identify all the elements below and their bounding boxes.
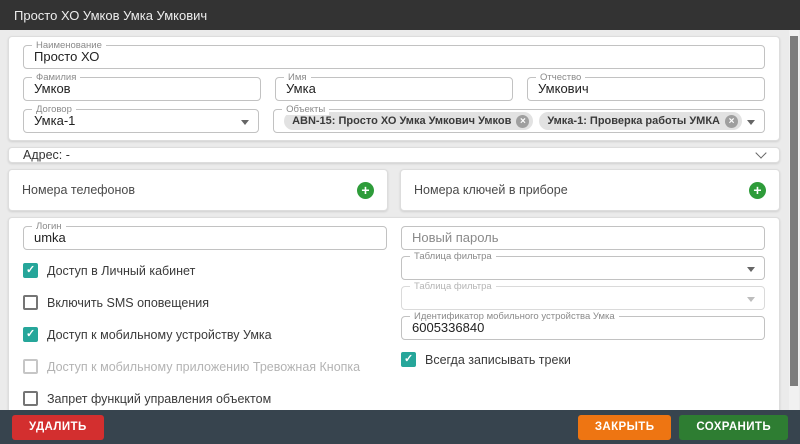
dialog-title: Просто ХО Умков Умка Умкович — [14, 8, 207, 23]
scrollbar[interactable] — [789, 30, 799, 410]
dialog-footer: УДАЛИТЬ ЗАКРЫТЬ СОХРАНИТЬ — [0, 410, 800, 444]
contract-select[interactable]: Договор Умка-1 — [23, 109, 259, 133]
device-keys-card: Номера ключей в приборе — [400, 169, 780, 211]
middlename-field: Отчество — [527, 77, 765, 101]
checkbox-label: Запрет функций управления объектом — [47, 392, 271, 406]
phones-card-label: Номера телефонов — [22, 183, 135, 197]
name-field-label: Наименование — [32, 40, 106, 51]
identity-card: Наименование Фамилия Имя Отчество — [8, 36, 780, 141]
device-keys-card-label: Номера ключей в приборе — [414, 183, 568, 197]
checkbox-label: Всегда записывать треки — [425, 353, 571, 367]
dropdown-arrow-icon[interactable] — [241, 120, 249, 125]
dropdown-arrow-icon — [747, 297, 755, 302]
filter-table-select-1[interactable]: Таблица фильтра — [401, 256, 765, 280]
login-field: Логин — [23, 226, 387, 250]
checkbox-label: Доступ к мобильному приложению Тревожная… — [47, 360, 360, 374]
dialog-title-bar: Просто ХО Умков Умка Умкович — [0, 0, 800, 30]
edit-dialog: Просто ХО Умков Умка Умкович Наименовани… — [0, 0, 800, 444]
chevron-down-icon[interactable] — [755, 147, 766, 158]
filter-table-select-2: Таблица фильтра — [401, 286, 765, 310]
dropdown-arrow-icon[interactable] — [747, 267, 755, 272]
add-device-key-button[interactable] — [749, 182, 766, 199]
checkbox-row-panic-button-app: Доступ к мобильному приложению Тревожная… — [23, 359, 387, 374]
checkbox-label: Доступ в Личный кабинет — [47, 264, 195, 278]
checkbox-row-mobile-device-access[interactable]: Доступ к мобильному устройству Умка — [23, 327, 387, 342]
sms-alerts-checkbox[interactable] — [23, 295, 38, 310]
checkbox-label: Включить SMS оповещения — [47, 296, 209, 310]
panic-button-app-checkbox — [23, 359, 38, 374]
record-tracks-checkbox[interactable] — [401, 352, 416, 367]
middlename-field-label: Отчество — [536, 72, 585, 83]
checkbox-row-record-tracks[interactable]: Всегда записывать треки — [401, 352, 765, 367]
chip-remove-icon[interactable] — [725, 115, 738, 128]
checkbox-row-personal-cabinet[interactable]: Доступ в Личный кабинет — [23, 263, 387, 278]
objects-select-label: Объекты — [282, 104, 329, 115]
filter-table-1-label: Таблица фильтра — [410, 251, 496, 262]
add-phone-button[interactable] — [357, 182, 374, 199]
contract-select-label: Договор — [32, 104, 76, 115]
contract-objects-row: Договор Умка-1 Объекты ABN-15: Просто ХО… — [23, 109, 765, 133]
filter-table-2-label: Таблица фильтра — [410, 281, 496, 292]
new-password-input[interactable] — [402, 227, 764, 249]
address-expansion-panel[interactable]: Адрес: - — [8, 147, 780, 163]
lastname-field-label: Фамилия — [32, 72, 80, 83]
account-settings-card: Логин Доступ в Личный кабинет Включить S… — [8, 217, 780, 410]
close-button[interactable]: ЗАКРЫТЬ — [578, 415, 672, 440]
chip-remove-icon[interactable] — [516, 115, 529, 128]
lastname-field: Фамилия — [23, 77, 261, 101]
login-field-label: Логин — [32, 221, 66, 232]
dialog-content: Наименование Фамилия Имя Отчество — [0, 30, 800, 410]
phones-card: Номера телефонов — [8, 169, 388, 211]
scrollbar-thumb[interactable] — [790, 36, 798, 386]
new-password-field — [401, 226, 765, 250]
device-id-field: Идентификатор мобильного устройства Умка — [401, 316, 765, 340]
control-ban-checkbox[interactable] — [23, 391, 38, 406]
object-chip-label: Умка-1: Проверка работы УМКА — [547, 110, 720, 132]
phones-keys-row: Номера телефонов Номера ключей в приборе — [8, 169, 780, 211]
delete-button[interactable]: УДАЛИТЬ — [12, 415, 104, 440]
object-chip[interactable]: Умка-1: Проверка работы УМКА — [539, 112, 742, 130]
name-input[interactable] — [24, 46, 764, 68]
checkbox-row-control-ban[interactable]: Запрет функций управления объектом — [23, 391, 387, 406]
firstname-field-label: Имя — [284, 72, 311, 83]
address-panel-label: Адрес: - — [23, 148, 70, 162]
save-button[interactable]: СОХРАНИТЬ — [679, 415, 788, 440]
objects-chip-list: ABN-15: Просто ХО Умка Умкович Умков Умк… — [274, 110, 764, 132]
device-id-field-label: Идентификатор мобильного устройства Умка — [410, 311, 619, 322]
checkbox-row-sms-alerts[interactable]: Включить SMS оповещения — [23, 295, 387, 310]
mobile-device-access-checkbox[interactable] — [23, 327, 38, 342]
dropdown-arrow-icon[interactable] — [747, 120, 755, 125]
name-field: Наименование — [23, 45, 765, 69]
person-name-row: Фамилия Имя Отчество — [23, 77, 765, 101]
settings-right-column: Таблица фильтра Таблица фильтра Идентифи… — [401, 226, 765, 406]
login-input[interactable] — [24, 227, 386, 249]
firstname-field: Имя — [275, 77, 513, 101]
settings-left-column: Логин Доступ в Личный кабинет Включить S… — [23, 226, 387, 406]
firstname-input[interactable] — [276, 78, 512, 100]
checkbox-label: Доступ к мобильному устройству Умка — [47, 328, 272, 342]
personal-cabinet-checkbox[interactable] — [23, 263, 38, 278]
objects-multiselect[interactable]: Объекты ABN-15: Просто ХО Умка Умкович У… — [273, 109, 765, 133]
